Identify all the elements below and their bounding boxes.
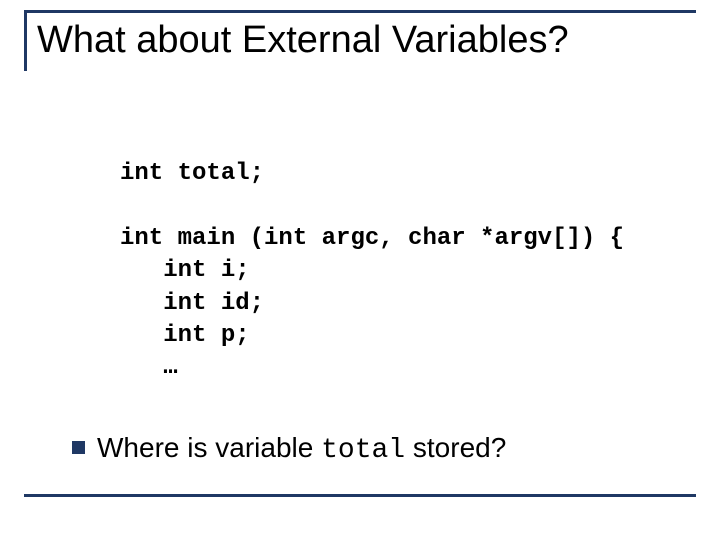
code-line-5: int id; bbox=[120, 290, 264, 317]
code-line-3: int main (int argc, char *argv[]) { bbox=[120, 225, 624, 252]
slide-title: What about External Variables? bbox=[37, 19, 690, 63]
bottom-rule bbox=[24, 494, 696, 497]
code-line-4: int i; bbox=[120, 257, 250, 284]
code-block: int total; int main (int argc, char *arg… bbox=[120, 158, 624, 385]
bullet-text: Where is variable total stored? bbox=[97, 430, 506, 468]
code-line-1: int total; bbox=[120, 160, 264, 187]
bullet-code-word: total bbox=[321, 435, 405, 466]
code-line-7: … bbox=[120, 354, 178, 381]
bullet-item: Where is variable total stored? bbox=[72, 430, 506, 468]
square-bullet-icon bbox=[72, 441, 85, 454]
code-line-6: int p; bbox=[120, 322, 250, 349]
title-region: What about External Variables? bbox=[24, 10, 696, 71]
bullet-list: Where is variable total stored? bbox=[72, 430, 506, 468]
slide: What about External Variables? int total… bbox=[0, 0, 720, 540]
bullet-text-suffix: stored? bbox=[405, 432, 506, 463]
bullet-text-prefix: Where is variable bbox=[97, 432, 321, 463]
